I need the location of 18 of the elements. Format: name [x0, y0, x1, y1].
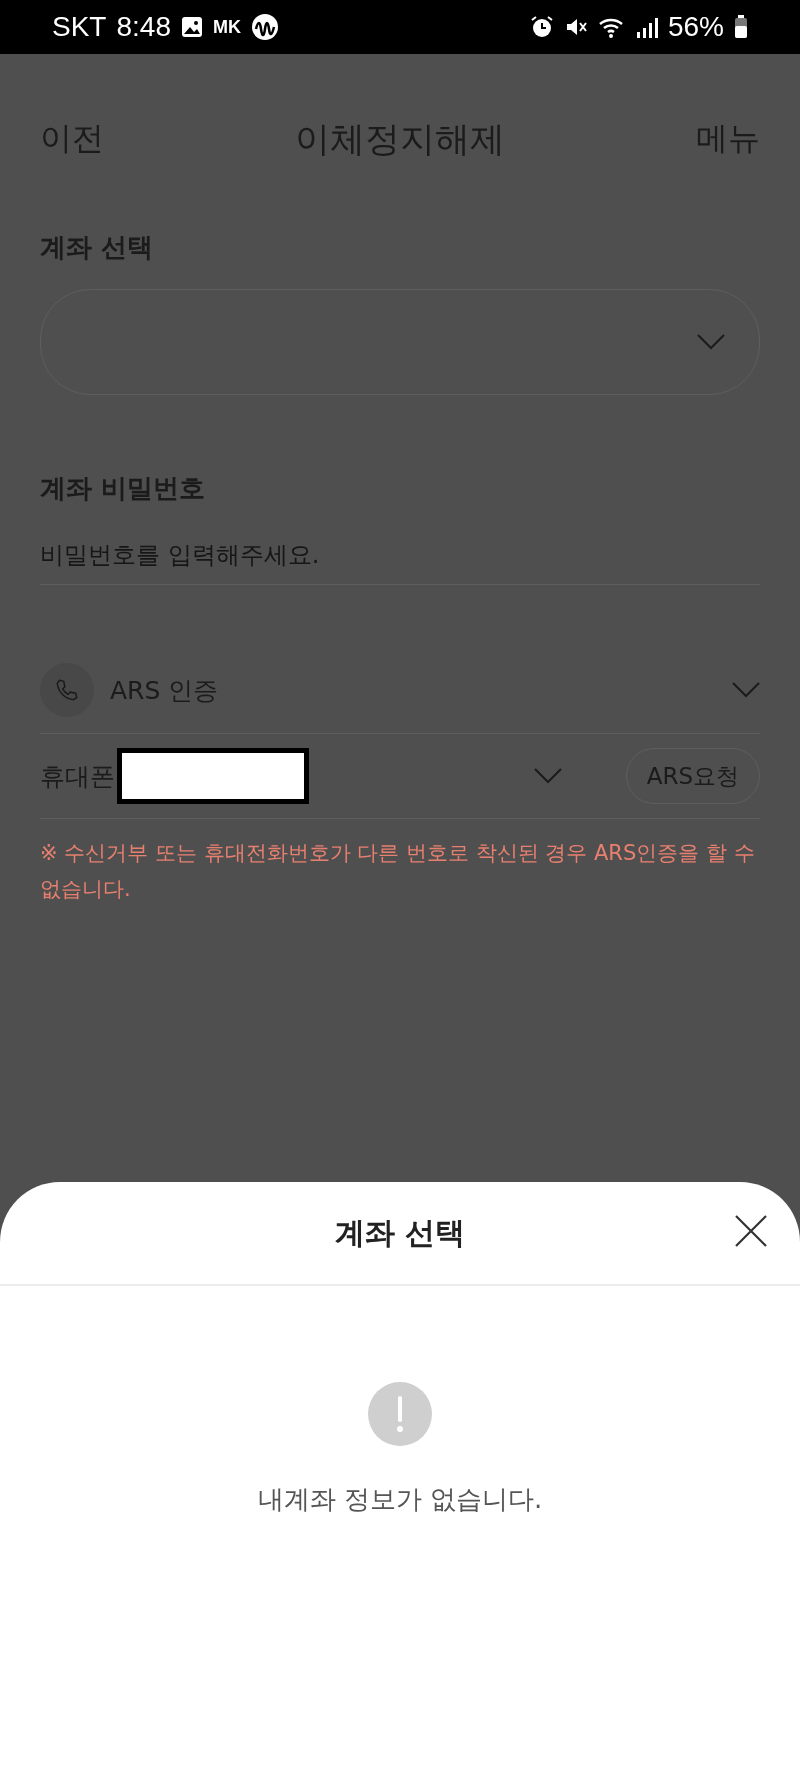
- image-icon: [180, 16, 203, 38]
- alert-icon: [368, 1382, 432, 1446]
- notification-label: MK: [212, 16, 241, 38]
- wave-icon: [250, 13, 279, 41]
- battery-icon: [734, 15, 748, 39]
- chevron-down-icon: [697, 334, 725, 350]
- chevron-down-icon: [732, 682, 760, 698]
- battery-percent: 56%: [667, 11, 724, 43]
- clock: 8:48: [116, 11, 171, 43]
- password-field[interactable]: 비밀번호를 입력해주세요.: [40, 526, 760, 585]
- signal-icon: [635, 16, 658, 38]
- warning-text: ※ 수신거부 또는 휴대전화번호가 다른 번호로 착신된 경우 ARS인증을 할 수 없습니다.: [40, 840, 756, 903]
- chevron-down-icon: [533, 768, 562, 784]
- carrier: SKT: [52, 11, 107, 43]
- sheet-title: 계좌 선택: [334, 1213, 466, 1252]
- empty-message: 내계좌 정보가 없습니다.: [257, 1483, 543, 1516]
- close-button[interactable]: [734, 1214, 768, 1248]
- alarm-icon: [529, 15, 554, 39]
